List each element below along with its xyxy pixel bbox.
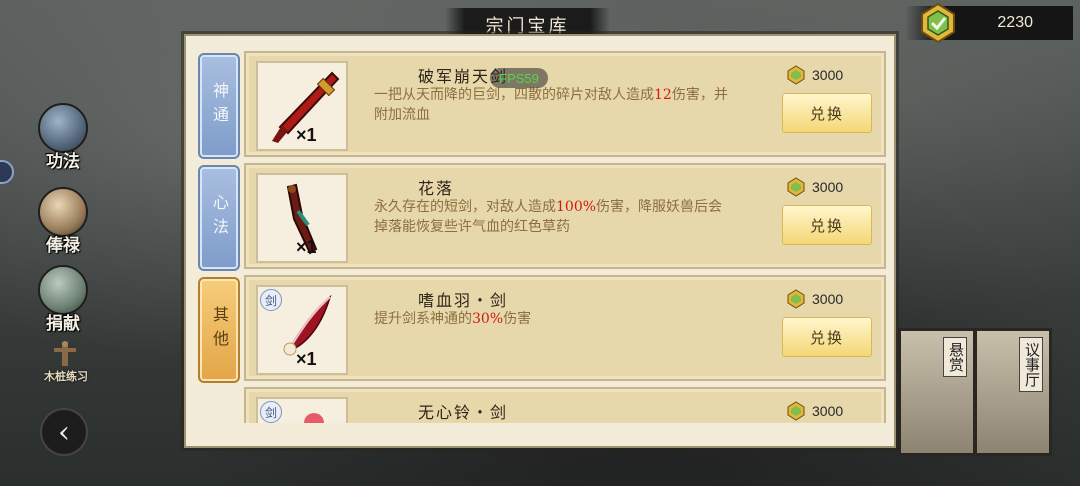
item-price: 3000 [786, 175, 882, 199]
currency-amount: 2230 [997, 14, 1033, 31]
jade-token-icon [787, 289, 805, 309]
nav-item-label: 俸禄 [46, 236, 80, 256]
redeem-button[interactable]: 兑换 [782, 205, 872, 245]
item-quantity: ×1 [296, 237, 317, 257]
item-thumbnail: ×1 [256, 173, 348, 263]
tab-others[interactable]: 其他 [198, 277, 240, 383]
tab-mind-methods[interactable]: 心法 [198, 165, 240, 271]
item-description: 永久存在的短剑，对敌人造成100%伤害，降服妖兽后会掉落能恢复些许气血的红色草药 [374, 199, 723, 235]
scroll-icon [38, 103, 88, 153]
item-thumbnail: 剑 ×1 [256, 285, 348, 375]
training-dummy-icon [54, 341, 76, 366]
bounty-hall-sign[interactable]: 悬赏 [898, 328, 976, 456]
gift-bag-icon [38, 265, 88, 315]
jade-token-icon [787, 177, 805, 197]
jade-token-icon [787, 401, 805, 421]
list-item: ×1 破军崩天剑 一把从天而降的巨剑，四散的碎片对敌人造成12伤害，并附加流血 … [244, 51, 886, 157]
council-hall-sign[interactable]: 议事厅 [974, 328, 1052, 456]
item-description: 一把从天而降的巨剑，四散的碎片对敌人造成12伤害，并附加流血 [374, 87, 728, 123]
redeem-button[interactable]: 兑换 [782, 93, 872, 133]
item-price: 3000 [786, 63, 882, 87]
item-thumbnail: 剑 [256, 397, 348, 423]
sword-type-badge: 剑 [260, 401, 282, 423]
list-item: 剑 无心铃・剑 3000 [244, 387, 886, 423]
nav-item-salary[interactable]: 俸禄 [30, 187, 96, 256]
redeem-button[interactable]: 兑换 [782, 317, 872, 357]
jade-token-icon [787, 65, 805, 85]
item-name: 无心铃・剑 [418, 403, 509, 422]
item-quantity: ×1 [296, 349, 317, 369]
item-thumbnail: ×1 [256, 61, 348, 151]
list-item: ×1 花落 永久存在的短剑，对敌人造成100%伤害，降服妖兽后会掉落能恢复些许气… [244, 163, 886, 269]
treasury-panel: 神通 心法 其他 ×1 破军崩天剑 一把从天而降的巨剑，四散的碎片对敌人造成12… [184, 34, 896, 448]
item-name: 嗜血羽・剑 [418, 291, 509, 310]
nav-item-label: 功法 [46, 152, 80, 172]
list-item: 剑 ×1 嗜血羽・剑 提升剑系神通的30%伤害 3000 兑换 [244, 275, 886, 381]
bounty-sign-label: 悬赏 [943, 337, 967, 377]
jade-token-icon [921, 2, 955, 44]
nav-item-label: 捐献 [46, 314, 80, 334]
council-sign-label: 议事厅 [1019, 337, 1043, 392]
hand-icon [38, 187, 88, 237]
sword-type-badge: 剑 [260, 289, 282, 311]
fps-counter: FPS59 [490, 68, 548, 88]
nav-item-donate[interactable]: 捐献 [30, 265, 96, 334]
item-name: 花落 [418, 179, 455, 198]
tab-divine-arts[interactable]: 神通 [198, 53, 240, 159]
back-button[interactable]: ‹ [40, 408, 88, 456]
item-list[interactable]: ×1 破军崩天剑 一把从天而降的巨剑，四散的碎片对敌人造成12伤害，并附加流血 … [244, 51, 886, 423]
chevron-left-icon: ‹ [58, 414, 70, 450]
nav-item-skills[interactable]: 功法 [30, 103, 96, 172]
item-quantity: ×1 [296, 125, 317, 145]
training-dummy-button[interactable]: 木桩练习 [36, 368, 96, 384]
item-price: 3000 [786, 287, 882, 311]
item-description: 提升剑系神通的30%伤害 [374, 311, 532, 327]
item-price: 3000 [786, 399, 882, 423]
